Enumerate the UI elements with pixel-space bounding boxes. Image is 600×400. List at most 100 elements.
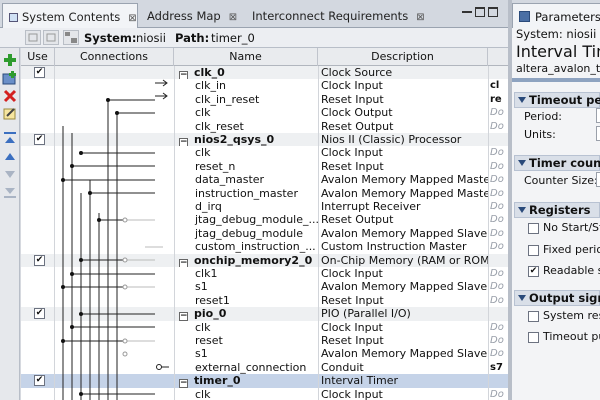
component-name[interactable]: − timer_0: [174, 374, 318, 388]
close-icon[interactable]: ⊠: [229, 12, 237, 23]
tab-interconnect-requirements[interactable]: Interconnect Requirements ⊠: [246, 3, 426, 28]
export-cell[interactable]: s7: [488, 360, 508, 375]
column-header-description[interactable]: Description: [318, 48, 488, 66]
interface-name[interactable]: clk: [174, 320, 318, 334]
section-timeout-period[interactable]: Timeout per: [514, 92, 600, 108]
export-cell[interactable]: Do: [488, 119, 508, 133]
component-name[interactable]: − pio_0: [174, 307, 318, 321]
counter-size-select[interactable]: [596, 172, 600, 187]
column-header-connections[interactable]: Connections: [55, 48, 174, 66]
interface-name[interactable]: clk_in_reset: [174, 92, 318, 107]
collapse-toggle-icon[interactable]: −: [179, 71, 188, 80]
interface-name[interactable]: external_connection: [174, 360, 318, 375]
interface-name[interactable]: reset1: [174, 293, 318, 308]
export-cell[interactable]: Do: [488, 334, 508, 348]
fixed-period-checkbox[interactable]: [528, 245, 539, 256]
no-start-stop-checkbox[interactable]: [528, 223, 539, 234]
export-cell[interactable]: [488, 253, 508, 267]
interface-name[interactable]: instruction_master: [174, 186, 318, 200]
export-cell[interactable]: Do: [488, 280, 508, 294]
component-name[interactable]: − onchip_memory2_0: [174, 253, 318, 267]
interface-name[interactable]: clk: [174, 106, 318, 120]
column-header-use[interactable]: Use: [21, 48, 55, 66]
export-cell[interactable]: Do: [488, 387, 508, 400]
connections-diagram[interactable]: [55, 66, 174, 400]
use-checkbox[interactable]: ✔: [34, 134, 45, 145]
add-icon[interactable]: [2, 52, 18, 68]
export-cell[interactable]: cl: [488, 79, 508, 93]
export-cell[interactable]: Do: [488, 320, 508, 334]
collapse-all-button[interactable]: [25, 30, 41, 45]
export-cell[interactable]: [488, 307, 508, 321]
tab-parameters[interactable]: Parameters: [512, 3, 600, 28]
restore-icon[interactable]: [475, 7, 485, 17]
column-header-export[interactable]: [488, 48, 508, 66]
tab-system-contents[interactable]: System Contents ⊠: [2, 3, 138, 29]
interface-name[interactable]: clk1: [174, 267, 318, 281]
export-cell[interactable]: Do: [488, 293, 508, 308]
timeout-pulse-checkbox[interactable]: [528, 332, 539, 343]
component-name[interactable]: − nios2_qsys_0: [174, 133, 318, 147]
add-system-icon[interactable]: [2, 70, 18, 86]
interface-name[interactable]: reset: [174, 334, 318, 348]
collapse-toggle-icon[interactable]: −: [179, 258, 188, 267]
section-output-signals[interactable]: Output sign: [514, 290, 600, 306]
move-top-icon[interactable]: [2, 130, 18, 146]
collapse-toggle-icon[interactable]: −: [179, 312, 188, 321]
use-checkbox[interactable]: ✔: [34, 254, 45, 266]
section-registers[interactable]: Registers: [514, 202, 600, 218]
export-cell[interactable]: Do: [488, 200, 508, 214]
use-checkbox[interactable]: ✔: [34, 375, 45, 387]
export-cell[interactable]: Do: [488, 146, 508, 160]
close-icon[interactable]: ⊠: [128, 13, 136, 24]
interface-name[interactable]: s1: [174, 347, 318, 361]
move-bottom-icon[interactable]: [2, 184, 18, 200]
interface-name[interactable]: d_irq: [174, 200, 318, 214]
name-text: data_master: [195, 173, 265, 187]
system-reset-checkbox[interactable]: [528, 311, 539, 322]
close-icon[interactable]: ⊠: [416, 12, 424, 23]
export-cell[interactable]: [488, 374, 508, 388]
export-cell[interactable]: re: [488, 92, 508, 107]
expand-all-button[interactable]: [43, 30, 59, 45]
period-field[interactable]: [596, 108, 600, 123]
export-cell[interactable]: Do: [488, 213, 508, 227]
hierarchy-button[interactable]: [63, 30, 79, 45]
edit-icon[interactable]: [2, 106, 18, 122]
interface-name[interactable]: clk: [174, 387, 318, 400]
units-select[interactable]: [596, 126, 600, 141]
interface-name[interactable]: s1: [174, 280, 318, 294]
collapse-toggle-icon[interactable]: −: [179, 138, 188, 147]
export-cell[interactable]: Do: [488, 186, 508, 200]
interface-name[interactable]: clk_in: [174, 79, 318, 93]
use-checkbox[interactable]: ✔: [34, 308, 45, 320]
readable-snapshot-checkbox[interactable]: ✔: [528, 266, 539, 277]
interface-name[interactable]: clk: [174, 146, 318, 160]
export-cell[interactable]: [488, 66, 508, 80]
minimize-icon[interactable]: [462, 11, 472, 13]
export-cell[interactable]: Do: [488, 106, 508, 120]
interface-name[interactable]: data_master: [174, 173, 318, 187]
interface-name[interactable]: custom_instruction_...: [174, 240, 318, 254]
export-cell[interactable]: Do: [488, 240, 508, 254]
move-down-icon[interactable]: [2, 166, 18, 182]
export-cell[interactable]: Do: [488, 226, 508, 241]
remove-icon[interactable]: [2, 88, 18, 104]
component-name[interactable]: − clk_0: [174, 66, 318, 80]
maximize-icon[interactable]: [488, 7, 498, 17]
interface-name[interactable]: reset_n: [174, 159, 318, 174]
interface-name[interactable]: clk_reset: [174, 119, 318, 133]
move-up-icon[interactable]: [2, 148, 18, 164]
tab-address-map[interactable]: Address Map ⊠: [141, 3, 239, 28]
collapse-toggle-icon[interactable]: −: [179, 379, 188, 388]
export-cell[interactable]: Do: [488, 347, 508, 361]
column-header-name[interactable]: Name: [174, 48, 318, 66]
export-cell[interactable]: Do: [488, 159, 508, 174]
section-timer-counter[interactable]: Timer counte: [514, 155, 600, 171]
export-cell[interactable]: [488, 133, 508, 147]
export-cell[interactable]: Do: [488, 173, 508, 187]
interface-name[interactable]: jtag_debug_module_...: [174, 213, 318, 227]
use-checkbox[interactable]: ✔: [34, 67, 45, 78]
interface-name[interactable]: jtag_debug_module: [174, 226, 318, 241]
export-cell[interactable]: Do: [488, 267, 508, 281]
